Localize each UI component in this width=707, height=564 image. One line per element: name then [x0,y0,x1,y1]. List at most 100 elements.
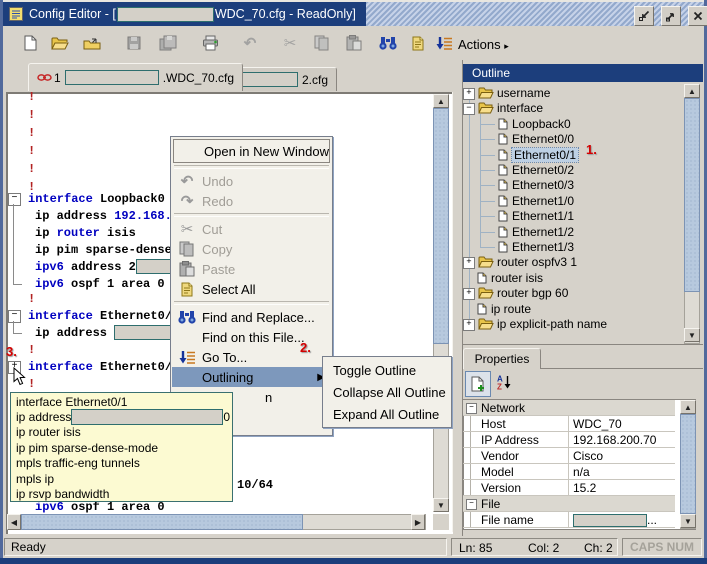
menu-item-toggle-outline[interactable]: Toggle Outline [324,359,450,381]
menu-item-select-all[interactable]: Select All [172,279,331,299]
outline-vscroll-thumb[interactable] [684,98,700,292]
az-sort-button[interactable]: AZ [496,374,512,395]
code-line: ! [28,291,35,307]
toolbar-find-button[interactable] [377,32,399,54]
browse-button[interactable]: ... [647,513,657,527]
fold-connector [13,204,22,285]
outline-item-username[interactable]: +username [462,86,682,101]
toolbar-select-all-button[interactable] [407,32,429,54]
menu-item-collapse-all-outline[interactable]: Collapse All Outline [324,381,450,403]
outline-item-ethernet0-1[interactable]: Ethernet0/1 [462,148,682,163]
page-icon [498,210,508,222]
menu-item-open-in-new-window[interactable]: Open in New Window [173,139,330,163]
maximize-button[interactable] [661,6,681,26]
property-value[interactable]: 15.2 [568,480,675,496]
scroll-down-button[interactable]: ▼ [684,328,700,342]
panel-divider [463,344,703,345]
actions-menu[interactable]: Actions ▸ [458,37,509,52]
close-button[interactable] [688,6,707,26]
collapse-category-button[interactable]: − [466,403,477,414]
minimize-button[interactable] [634,6,654,26]
property-row-host[interactable]: Host WDC_70 [463,416,675,432]
outline-item-ethernet1-0[interactable]: Ethernet1/0 [462,194,682,209]
outline-item-ip-explicit-path-name[interactable]: +ip explicit-path name [462,317,682,332]
toolbar-open-file-button[interactable] [49,32,71,54]
menu-item-find-and-replace[interactable]: Find and Replace... [172,307,331,327]
tab-wdc70-cfg[interactable]: 1 .WDC_70.cfg [28,63,243,91]
outline-item-ethernet0-0[interactable]: Ethernet0/0 [462,132,682,147]
properties-vscroll-thumb[interactable] [680,414,696,514]
scroll-down-button[interactable]: ▼ [680,514,696,528]
outline-item-interface[interactable]: −interface [462,101,682,116]
toolbar-new-file-button[interactable] [19,32,41,54]
toolbar-save-all-button [157,32,179,54]
toolbar-close-file-button[interactable] [81,32,103,54]
outline-item-ethernet1-3[interactable]: Ethernet1/3 [462,240,682,255]
property-value[interactable]: ... [568,512,675,528]
property-row-version[interactable]: Version 15.2 [463,480,675,496]
category-label: Network [481,401,525,415]
outline-item-router-isis[interactable]: router isis [462,271,682,286]
doc-yellow-icon [412,36,424,51]
title-bar[interactable]: Config Editor - [ WDC_70.cfg - ReadOnly] [3,2,704,26]
property-value[interactable]: WDC_70 [568,416,675,432]
collapse-category-button[interactable]: − [466,499,477,510]
status-message: Ready [4,538,447,556]
expand-node-button[interactable]: + [463,257,475,269]
tooltip-line: ip address0 [16,409,232,424]
expand-node-button[interactable]: + [463,288,475,300]
toolbar-copy-button [311,32,333,54]
scroll-right-button[interactable]: ▶ [411,514,425,530]
property-row-file-name[interactable]: File name ... [463,512,675,528]
toolbar-go-to-button[interactable] [433,32,455,54]
tab-properties[interactable]: Properties [463,348,541,369]
window-title: Config Editor - [ WDC_70.cfg - ReadOnly] [3,7,356,22]
page-icon [498,241,508,253]
code-line: ipv6 ospf 1 area 0 [35,276,165,292]
expand-node-button[interactable]: + [463,319,475,331]
property-row-vendor[interactable]: Vendor Cisco [463,448,675,464]
scissors-icon: ✂ [181,222,194,237]
property-category-file[interactable]: − File [463,496,675,512]
menu-item-outlining[interactable]: Outlining▶ [172,367,331,387]
scroll-left-button[interactable]: ◀ [7,514,21,530]
category-label: File [481,497,500,511]
page-icon [498,179,508,191]
status-column: Col: 2 [528,541,559,555]
expand-node-button[interactable]: + [463,88,475,100]
code-preview-tooltip: interface Ethernet0/1ip address0ip route… [10,392,233,502]
scissors-icon: ✂ [284,36,297,51]
outline-item-router-bgp-60[interactable]: +router bgp 60 [462,286,682,301]
code-line: interface Loopback0 [28,191,165,207]
editor-vscroll-thumb[interactable] [433,108,449,344]
scroll-up-button[interactable]: ▲ [684,84,700,98]
scroll-down-button[interactable]: ▼ [433,498,449,512]
menu-item-expand-all-outline[interactable]: Expand All Outline [324,403,450,425]
outline-item-router-ospfv3-1[interactable]: +router ospfv3 1 [462,255,682,270]
add-property-button[interactable] [465,371,491,397]
outline-item-loopback0[interactable]: Loopback0 [462,117,682,132]
outline-item-ethernet1-2[interactable]: Ethernet1/2 [462,225,682,240]
scroll-up-button[interactable]: ▲ [680,400,696,414]
editor-hscroll-thumb[interactable] [21,514,303,530]
toolbar-print-button[interactable] [199,32,221,54]
title-redaction-box [117,7,214,22]
tree-guide-tick [481,155,495,156]
outline-item-ethernet1-1[interactable]: Ethernet1/1 [462,209,682,224]
folder-close-icon [83,36,101,51]
scroll-up-button[interactable]: ▲ [433,94,449,108]
property-value[interactable]: Cisco [568,448,675,464]
menu-item-redo: ↷Redo [172,191,331,211]
property-value[interactable]: 192.168.200.70 [568,432,675,448]
property-category-network[interactable]: − Network [463,400,675,416]
outline-item-ethernet0-3[interactable]: Ethernet0/3 [462,178,682,193]
annotation-marker: 2. [300,340,311,355]
paste-icon [346,35,362,51]
property-row-model[interactable]: Model n/a [463,464,675,480]
property-row-ip-address[interactable]: IP Address 192.168.200.70 [463,432,675,448]
outline-item-ip-route[interactable]: ip route [462,302,682,317]
collapse-node-button[interactable]: − [463,103,475,115]
floppy-multi-icon [159,35,177,51]
outline-item-ethernet0-2[interactable]: Ethernet0/2 [462,163,682,178]
property-value[interactable]: n/a [568,464,675,480]
